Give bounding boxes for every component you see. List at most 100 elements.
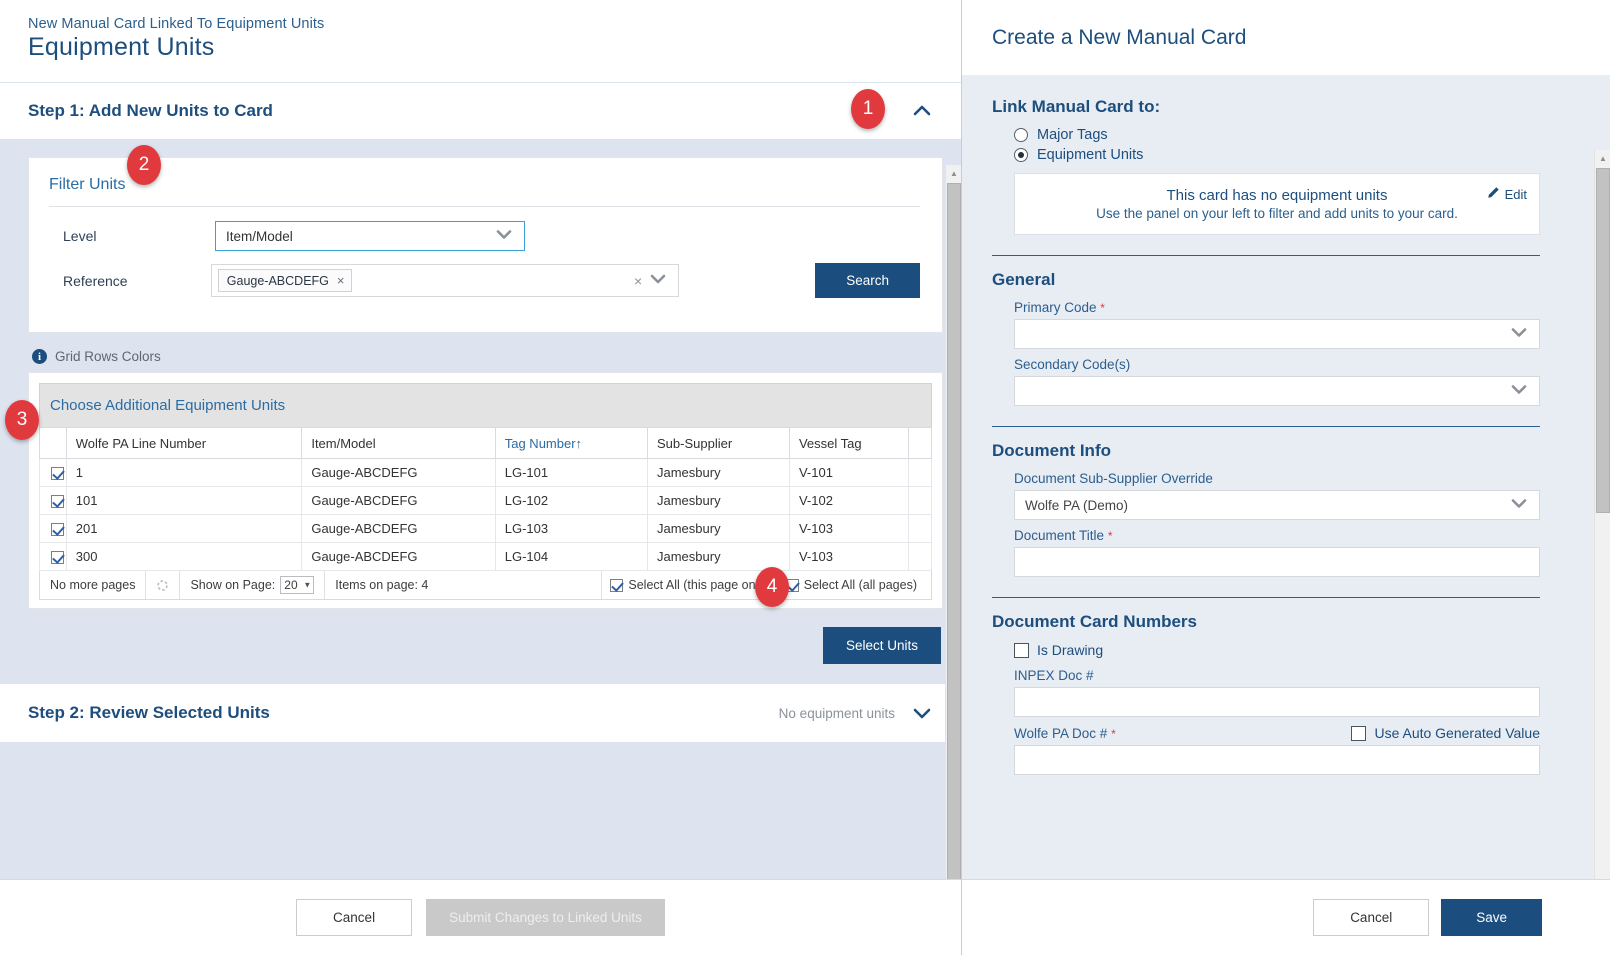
table-header-tag-number[interactable]: Tag Number↑ — [494, 427, 649, 459]
link-manual-card-title: Link Manual Card to: — [992, 97, 1161, 116]
show-on-page-group: Show on Page: 20 ▼ — [180, 571, 326, 600]
secondary-code-select[interactable] — [1014, 376, 1540, 406]
scroll-up-icon[interactable]: ▲ — [1595, 150, 1610, 167]
reference-token[interactable]: Gauge-ABCDEFG × — [217, 269, 352, 292]
wolfe-doc-label-text: Wolfe PA Doc # — [1014, 725, 1108, 741]
auto-generated-value-row[interactable]: Use Auto Generated Value — [1351, 725, 1540, 741]
filter-units-title-row: Filter Units — [47, 176, 920, 194]
radio-option-equipment-units[interactable]: Equipment Units — [1014, 147, 1540, 163]
right-panel-scrollbar[interactable]: ▲ — [1594, 150, 1610, 879]
empty-card-line2: Use the panel on your left to filter and… — [1096, 206, 1458, 221]
left-panel-scrollbar[interactable]: ▲ ▼ — [945, 165, 961, 879]
breadcrumb: New Manual Card Linked To Equipment Unit… — [28, 16, 325, 32]
cell-vessel-tag: V-102 — [788, 486, 910, 516]
reference-multiselect[interactable]: Gauge-ABCDEFG × × — [210, 264, 680, 297]
chevron-down-icon[interactable] — [911, 702, 933, 724]
select-all-page-group[interactable]: Select All (this page only) — [601, 571, 776, 600]
scrollbar-thumb[interactable] — [1596, 168, 1610, 513]
show-on-page-select[interactable]: 20 ▼ — [280, 576, 315, 595]
step1-body: Filter Units Level Item/Model Reference … — [0, 139, 961, 685]
chevron-up-icon[interactable] — [911, 100, 933, 122]
right-panel-title: Create a New Manual Card — [992, 26, 1247, 49]
chevron-down-icon — [496, 229, 512, 244]
table-row[interactable]: 300 Gauge-ABCDEFG LG-104 Jamesbury V-103 — [39, 542, 932, 572]
clear-all-icon[interactable]: × — [634, 273, 642, 289]
row-checkbox-cell[interactable] — [39, 457, 67, 488]
section-divider-general — [992, 255, 1540, 256]
radio-option-major-tags[interactable]: Major Tags — [1014, 127, 1540, 143]
edit-link[interactable]: Edit — [1487, 186, 1527, 202]
select-all-page-checkbox[interactable] — [610, 578, 624, 592]
filter-units-divider — [49, 206, 920, 207]
row-checkbox[interactable] — [50, 467, 64, 481]
grid-footer: No more pages Show on Page: 20 ▼ Items o… — [39, 571, 932, 601]
scrollbar-thumb[interactable] — [947, 183, 961, 879]
chevron-down-icon — [1511, 384, 1527, 399]
wolfe-doc-input[interactable] — [1014, 745, 1540, 775]
required-marker: * — [1107, 529, 1113, 543]
step1-header-right — [911, 100, 933, 122]
cell-vessel-tag: V-101 — [788, 457, 910, 488]
scroll-up-icon[interactable]: ▲ — [946, 165, 961, 182]
radio-icon-selected[interactable] — [1014, 148, 1028, 162]
cell-spacer — [908, 514, 932, 544]
filter-units-title: Filter Units — [49, 176, 126, 193]
document-title-label-text: Document Title — [1014, 528, 1105, 543]
primary-code-select[interactable] — [1014, 319, 1540, 349]
empty-equipment-units-card: This card has no equipment units Use the… — [1014, 173, 1540, 235]
radio-icon[interactable] — [1014, 128, 1028, 142]
document-title-input[interactable] — [1014, 547, 1540, 577]
grid-rows-colors-row[interactable]: i Grid Rows Colors — [32, 349, 943, 364]
step2-header[interactable]: Step 2: Review Selected Units No equipme… — [0, 684, 961, 743]
chevron-down-icon[interactable] — [650, 272, 666, 290]
table-header-checkbox-col — [39, 427, 67, 459]
cancel-button[interactable]: Cancel — [1313, 899, 1430, 936]
show-on-page-value: 20 — [284, 578, 298, 593]
select-units-button[interactable]: Select Units — [822, 627, 941, 665]
left-header: New Manual Card Linked To Equipment Unit… — [0, 0, 961, 82]
right-panel-body: Link Manual Card to: Major Tags Equipmen… — [962, 75, 1610, 879]
sub-supplier-override-select[interactable]: Wolfe PA (Demo) — [1014, 490, 1540, 520]
cell-item-model: Gauge-ABCDEFG — [301, 542, 496, 572]
sub-supplier-override-field: Document Sub-Supplier Override Wolfe PA … — [1014, 471, 1540, 520]
cell-sub-supplier: Jamesbury — [647, 514, 790, 544]
table-header-sub-supplier[interactable]: Sub-Supplier — [647, 427, 790, 459]
step1-header[interactable]: Step 1: Add New Units to Card — [0, 83, 961, 139]
table-header-line-number[interactable]: Wolfe PA Line Number — [65, 427, 303, 459]
cell-vessel-tag: V-103 — [788, 542, 910, 572]
refresh-icon[interactable] — [146, 571, 181, 600]
table-row[interactable]: 201 Gauge-ABCDEFG LG-103 Jamesbury V-103 — [39, 514, 932, 544]
step2-title: Step 2: Review Selected Units — [28, 703, 270, 723]
table-header-vessel-tag[interactable]: Vessel Tag — [788, 427, 910, 459]
row-checkbox-cell[interactable] — [39, 486, 67, 516]
table-header-row: Wolfe PA Line Number Item/Model Tag Numb… — [39, 427, 932, 459]
section-divider-document-info — [992, 426, 1540, 427]
inpex-doc-input[interactable] — [1014, 687, 1540, 717]
row-checkbox[interactable] — [50, 523, 64, 537]
row-checkbox-cell[interactable] — [39, 514, 67, 544]
row-checkbox-cell[interactable] — [39, 542, 67, 572]
show-on-page-label: Show on Page: — [190, 578, 276, 593]
save-button[interactable]: Save — [1441, 899, 1542, 936]
grid-footer-left: No more pages Show on Page: 20 ▼ Items o… — [40, 571, 438, 600]
pencil-icon — [1487, 186, 1500, 202]
select-all-pages-group[interactable]: Select All (all pages) — [776, 571, 925, 600]
is-drawing-checkbox[interactable] — [1014, 642, 1029, 658]
chevron-down-icon — [1511, 498, 1527, 513]
level-label: Level — [63, 228, 97, 244]
is-drawing-row[interactable]: Is Drawing — [1014, 642, 1540, 658]
search-button[interactable]: Search — [815, 263, 920, 298]
table-row[interactable]: 1 Gauge-ABCDEFG LG-101 Jamesbury V-101 — [39, 457, 932, 488]
row-checkbox[interactable] — [50, 495, 64, 509]
level-select[interactable]: Item/Model — [215, 221, 525, 251]
table-header-item-model[interactable]: Item/Model — [301, 427, 496, 459]
close-icon[interactable]: × — [337, 273, 345, 288]
chevron-down-icon: ▼ — [303, 580, 312, 590]
auto-generated-value-checkbox[interactable] — [1351, 725, 1367, 741]
radio-label-major-tags: Major Tags — [1037, 127, 1108, 143]
cell-vessel-tag: V-103 — [788, 514, 910, 544]
table-row[interactable]: 101 Gauge-ABCDEFG LG-102 Jamesbury V-102 — [39, 486, 932, 516]
cancel-button[interactable]: Cancel — [296, 899, 413, 936]
step2-status: No equipment units — [778, 705, 895, 721]
row-checkbox[interactable] — [50, 551, 64, 565]
